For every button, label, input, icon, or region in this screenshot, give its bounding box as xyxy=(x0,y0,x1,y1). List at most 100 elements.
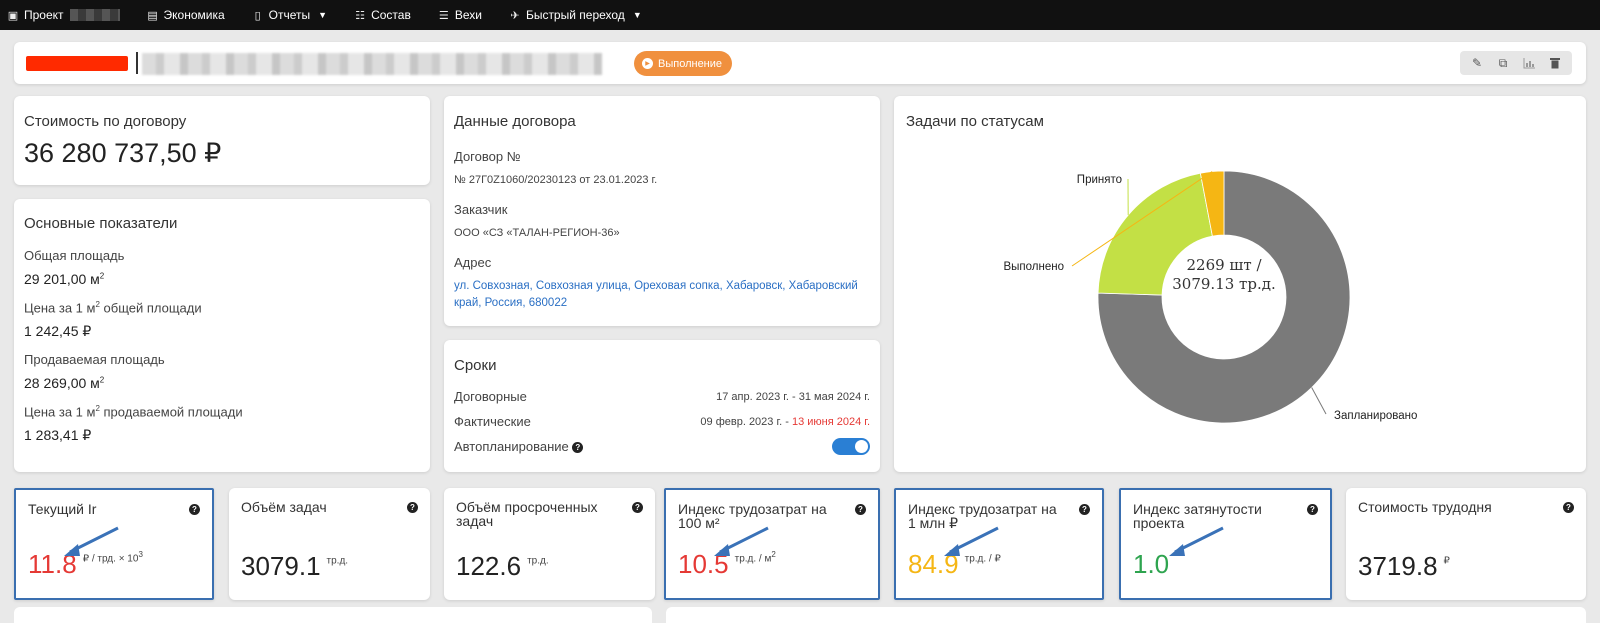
kpi-title: Объём задач xyxy=(241,499,327,515)
slice-label-done: Выполнено xyxy=(1003,261,1064,273)
nav-composition[interactable]: ☷ Состав xyxy=(353,8,411,22)
money-icon: ▤ xyxy=(147,9,158,22)
caret-down-icon: ▼ xyxy=(632,10,642,20)
annotation-arrow-icon xyxy=(944,526,999,556)
help-icon[interactable]: ? xyxy=(855,504,866,515)
title-divider xyxy=(136,52,138,74)
help-icon[interactable]: ? xyxy=(1307,504,1318,515)
kpi-value: 122.6 тр.д. xyxy=(456,551,549,582)
kpi-tile: Объём задач? 3079.1 тр.д. xyxy=(229,488,430,600)
leader-line xyxy=(1311,387,1327,415)
kpi-unit: ₽ xyxy=(1444,552,1450,566)
nav-reports[interactable]: ▯ Отчеты ▼ xyxy=(251,8,327,22)
title-toolbar: ✎ ⧉ xyxy=(1460,51,1572,75)
nav-composition-label: Состав xyxy=(371,8,411,22)
address-link[interactable]: ул. Совхозная, Совхозная улица, Ореховая… xyxy=(454,278,870,312)
kpi-value: 3079.1 тр.д. xyxy=(241,551,348,582)
terms-actual-row: Фактические 09 февр. 2023 г. - 13 июня 2… xyxy=(454,414,870,429)
sup-2: 2 xyxy=(99,271,105,281)
terms-contract-value: 17 апр. 2023 г. - 31 мая 2024 г. xyxy=(716,390,870,403)
kpi-number: 3079.1 xyxy=(241,551,321,581)
project-title-redacted xyxy=(142,53,602,75)
trash-icon[interactable] xyxy=(1542,51,1568,75)
annotation-arrow-icon xyxy=(1169,526,1224,556)
sale-area-number: 28 269,00 м xyxy=(24,375,100,391)
edit-icon[interactable]: ✎ xyxy=(1464,51,1490,75)
terms-actual-start: 09 февр. 2023 г. - xyxy=(700,415,792,428)
nav-quick-jump[interactable]: ✈ Быстрый переход ▼ xyxy=(508,8,642,22)
kpi-tile: Текущий Ir? 11.8 ₽ / трд. × 103 xyxy=(14,488,214,600)
project-name-redacted xyxy=(69,9,120,21)
nav-milestones[interactable]: ☰ Вехи xyxy=(437,8,482,22)
kpi-title: Стоимость трудодня xyxy=(1358,499,1492,515)
nav-economy-label: Экономика xyxy=(163,8,225,22)
address-label: Адрес xyxy=(454,255,492,270)
price-total-label: Цена за 1 м2 общей площади xyxy=(24,300,202,315)
total-area-label: Общая площадь xyxy=(24,248,125,263)
price-total-label-a: Цена за 1 м xyxy=(24,300,96,316)
donut-center-line2: 3079.13 тр.д. xyxy=(1172,275,1275,293)
kpi-unit: тр.д. xyxy=(327,552,349,566)
help-icon[interactable]: ? xyxy=(1563,502,1574,513)
terms-actual-value: 09 февр. 2023 г. - 13 июня 2024 г. xyxy=(700,416,870,428)
plane-icon: ✈ xyxy=(510,9,520,22)
main-indicators-card: Основные показатели Общая площадь 29 201… xyxy=(14,199,430,472)
total-area-number: 29 201,00 м xyxy=(24,271,100,287)
nav-project-label: Проект xyxy=(24,8,64,22)
auto-planning-toggle[interactable] xyxy=(832,438,870,455)
terms-contract-row: Договорные 17 апр. 2023 г. - 31 мая 2024… xyxy=(454,389,870,404)
contract-data-card: Данные договора Договор № № 27Г0Z1060/20… xyxy=(444,96,880,326)
copy-icon[interactable]: ⧉ xyxy=(1490,51,1516,75)
kpi-unit-text: ₽ xyxy=(1443,555,1450,566)
next-section-card xyxy=(666,607,1586,623)
contract-number-label: Договор № xyxy=(454,149,521,164)
project-code-redacted xyxy=(26,56,128,71)
kpi-unit: тр.д. xyxy=(527,552,549,566)
price-total-label-b: общей площади xyxy=(99,300,202,316)
nav-economy[interactable]: ▤ Экономика xyxy=(146,8,225,22)
status-badge[interactable]: ▶ Выполнение xyxy=(634,51,733,76)
customer-label: Заказчик xyxy=(454,202,508,217)
kpi-number: 3719.8 xyxy=(1358,551,1438,581)
play-icon: ▶ xyxy=(642,58,653,69)
kpi-tile: Стоимость трудодня? 3719.8 ₽ xyxy=(1346,488,1586,600)
price-sale-label-a: Цена за 1 м xyxy=(24,404,96,420)
nav-reports-label: Отчеты xyxy=(268,8,311,22)
help-icon[interactable]: ? xyxy=(189,504,200,515)
main-indicators-title: Основные показатели xyxy=(24,215,178,232)
bar-chart-glyph xyxy=(1523,57,1535,68)
terms-contract-label: Договорные xyxy=(454,389,527,404)
list-icon: ☰ xyxy=(438,9,449,22)
contract-data-title: Данные договора xyxy=(454,113,576,130)
chart-icon[interactable] xyxy=(1516,51,1542,75)
tasks-by-status-card: Задачи по статусам Запланировано Принято… xyxy=(894,96,1586,472)
help-icon[interactable]: ? xyxy=(1079,504,1090,515)
sale-area-value: 28 269,00 м2 xyxy=(24,375,104,391)
nav-project[interactable]: ▣ Проект xyxy=(6,8,120,22)
slice-label-planned: Запланировано xyxy=(1334,410,1417,422)
annotation-arrow-icon xyxy=(714,526,769,556)
caret-down-icon: ▼ xyxy=(318,10,328,20)
sup-2: 2 xyxy=(99,375,105,385)
help-icon[interactable]: ? xyxy=(632,502,643,513)
price-sale-value: 1 283,41 ₽ xyxy=(24,427,92,443)
tasks-donut-chart: Запланировано Принято Выполнено 2269 шт … xyxy=(1003,170,1417,424)
sale-area-label: Продаваемая площадь xyxy=(24,352,165,367)
kpi-tile: Индекс трудозатрат на 1 млн ₽? 84.9 тр.д. … xyxy=(894,488,1104,600)
help-icon[interactable]: ? xyxy=(572,442,584,454)
project-title-bar: ▶ Выполнение ✎ ⧉ xyxy=(14,42,1586,84)
kpi-unit-sup: 3 xyxy=(138,549,143,559)
status-badge-label: Выполнение xyxy=(658,57,723,70)
price-total-value: 1 242,45 ₽ xyxy=(24,323,92,339)
terms-actual-end: 13 июня 2024 г. xyxy=(791,415,870,428)
help-icon[interactable]: ? xyxy=(407,502,418,513)
terms-actual-label: Фактические xyxy=(454,414,531,429)
sitemap-icon: ☷ xyxy=(355,9,365,22)
total-area-value: 29 201,00 м2 xyxy=(24,271,104,287)
kpi-tile: Индекс затянутости проекта? 1.0 xyxy=(1119,488,1332,600)
top-navbar: ▣ Проект ▤ Экономика ▯ Отчеты ▼ ☷ Состав… xyxy=(0,0,1600,30)
kpi-tile: Объём просроченных задач? 122.6 тр.д. xyxy=(444,488,655,600)
kpi-title: Текущий Ir xyxy=(28,501,97,517)
contract-cost-card: Стоимость по договору 36 280 737,50 ₽ xyxy=(14,96,430,185)
kpi-tile: Индекс трудозатрат на 100 м²? 10.5 тр.д. /… xyxy=(664,488,880,600)
